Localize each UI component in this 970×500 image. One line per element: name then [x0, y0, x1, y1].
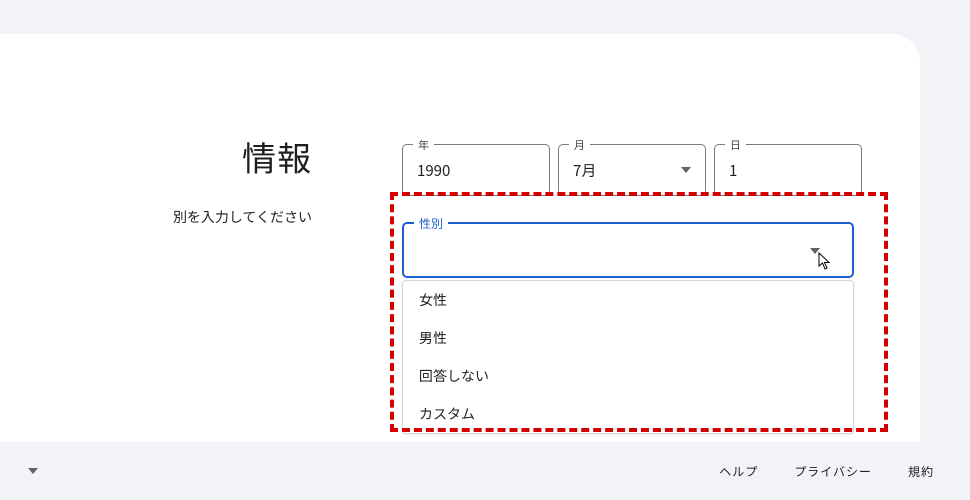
cursor-icon	[818, 252, 832, 270]
gender-label: 性別	[414, 215, 448, 232]
footer-links: ヘルプ プライバシー 規約	[719, 463, 934, 480]
gender-option-noanswer[interactable]: 回答しない	[403, 357, 853, 395]
gender-wrap: 性別 女性 男性 回答しない カスタム	[402, 222, 874, 434]
gender-option-female[interactable]: 女性	[403, 281, 853, 319]
birthdate-row: 年 1990 月 7月 日 1	[402, 144, 874, 196]
gender-select[interactable]: 性別	[402, 222, 854, 278]
page-title: 情報	[0, 132, 362, 181]
card: 情報 別を入力してください 年 1990 月 7月 日 1	[0, 34, 920, 494]
help-link[interactable]: ヘルプ	[719, 463, 758, 480]
language-select[interactable]	[20, 468, 46, 474]
gender-option-custom[interactable]: カスタム	[403, 395, 853, 433]
gender-dropdown: 女性 男性 回答しない カスタム	[402, 280, 854, 434]
month-label: 月	[569, 137, 590, 153]
content: 情報 別を入力してください 年 1990 月 7月 日 1	[0, 74, 874, 434]
day-field[interactable]: 日 1	[714, 144, 862, 196]
chevron-down-icon	[681, 167, 691, 173]
year-field[interactable]: 年 1990	[402, 144, 550, 196]
footer: ヘルプ プライバシー 規約	[0, 442, 970, 500]
year-label: 年	[413, 137, 434, 153]
form-column: 年 1990 月 7月 日 1 性別	[402, 74, 874, 434]
day-value: 1	[729, 160, 737, 181]
left-column: 情報 別を入力してください	[0, 74, 402, 434]
gender-option-male[interactable]: 男性	[403, 319, 853, 357]
terms-link[interactable]: 規約	[908, 463, 934, 480]
month-field[interactable]: 月 7月	[558, 144, 706, 196]
year-value: 1990	[417, 160, 450, 181]
month-value: 7月	[573, 160, 596, 181]
day-label: 日	[725, 137, 746, 153]
chevron-down-icon	[28, 468, 38, 474]
page-subtitle: 別を入力してください	[0, 207, 362, 227]
privacy-link[interactable]: プライバシー	[794, 463, 872, 480]
